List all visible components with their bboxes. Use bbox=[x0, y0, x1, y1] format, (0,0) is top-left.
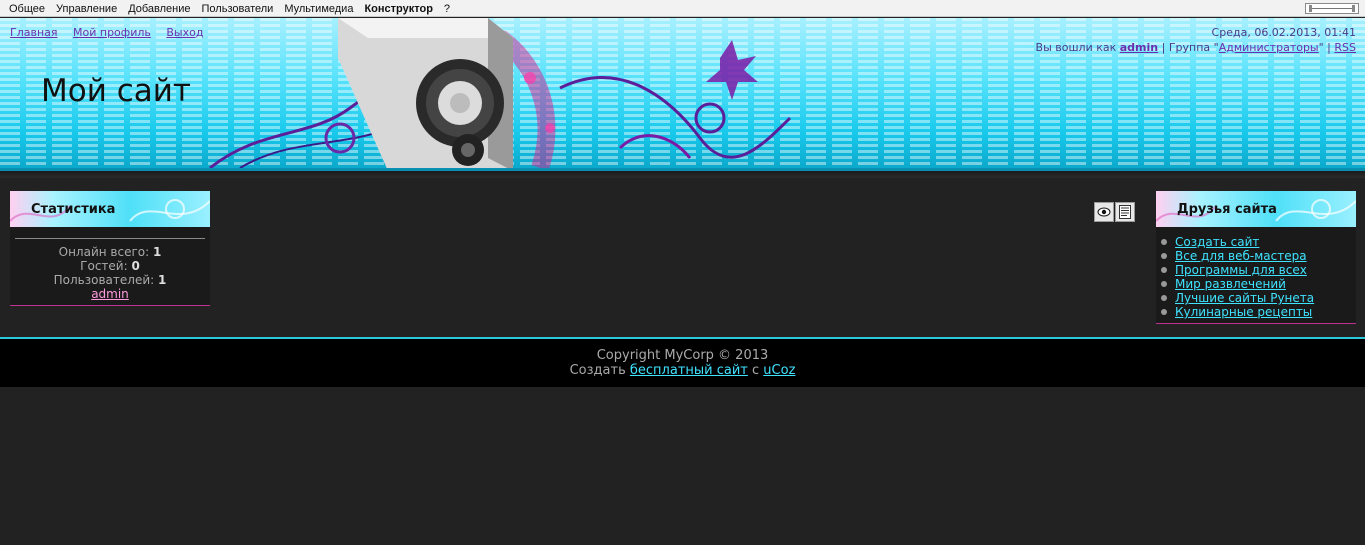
create-mid: с bbox=[747, 363, 764, 378]
admin-menu: Общее Управление Добавление Пользователи… bbox=[0, 0, 1365, 17]
friends-body: Создать сайт Все для веб-мастера Програм… bbox=[1156, 227, 1356, 323]
create-site-line: Создать бесплатный сайт с uCoz bbox=[0, 363, 1365, 378]
guests-value: 0 bbox=[131, 259, 140, 273]
statistics-block: Статистика Онлайн всего: 1 Гостей: 0 Пол… bbox=[10, 191, 210, 306]
users-label: Пользователей: bbox=[53, 273, 158, 287]
friends-block: Друзья сайта Создать сайт Все для веб-ма… bbox=[1156, 191, 1356, 324]
admin-menu-general[interactable]: Общее bbox=[9, 3, 45, 15]
users-value: 1 bbox=[157, 273, 167, 287]
statistics-title: Статистика bbox=[31, 202, 116, 217]
list-item: Создать сайт bbox=[1161, 235, 1351, 249]
admin-toolbar: Общее Управление Добавление Пользователи… bbox=[0, 0, 1365, 17]
online-user-link[interactable]: admin bbox=[91, 287, 129, 301]
site-title: Мой сайт bbox=[41, 73, 191, 109]
list-item: Все для веб-мастера bbox=[1161, 249, 1351, 263]
online-value: 1 bbox=[152, 245, 162, 259]
block-header: Друзья сайта bbox=[1156, 191, 1356, 227]
block-header: Статистика bbox=[10, 191, 210, 227]
friend-link[interactable]: Мир развлечений bbox=[1175, 277, 1286, 291]
current-date: Среда, 06.02.2013, 01:41 bbox=[1211, 26, 1356, 39]
friend-link[interactable]: Все для веб-мастера bbox=[1175, 249, 1307, 263]
friends-list: Создать сайт Все для веб-мастера Програм… bbox=[1161, 235, 1351, 319]
admin-menu-users[interactable]: Пользователи bbox=[202, 3, 274, 15]
bullet-icon bbox=[1161, 309, 1167, 315]
friend-link[interactable]: Создать сайт bbox=[1175, 235, 1259, 249]
nav-profile-link[interactable]: Мой профиль bbox=[73, 26, 151, 39]
username-link[interactable]: admin bbox=[1120, 41, 1158, 54]
speaker-image bbox=[338, 18, 513, 171]
site-footer: Copyright MyCorp © 2013 Создать бесплатн… bbox=[0, 337, 1365, 387]
friend-link[interactable]: Лучшие сайты Рунета bbox=[1175, 291, 1314, 305]
list-item: Кулинарные рецепты bbox=[1161, 305, 1351, 319]
bullet-icon bbox=[1161, 281, 1167, 287]
friend-link[interactable]: Программы для всех bbox=[1175, 263, 1307, 277]
guests-label: Гостей: bbox=[80, 259, 132, 273]
create-prefix: Создать bbox=[569, 363, 630, 378]
users-count: Пользователей: 1 bbox=[15, 273, 205, 287]
site-header: Главная Мой профиль Выход Мой сайт Среда… bbox=[0, 18, 1365, 171]
header-shadow bbox=[0, 171, 1365, 178]
admin-menu-constructor[interactable]: Конструктор bbox=[364, 3, 432, 15]
free-site-link[interactable]: бесплатный сайт bbox=[630, 363, 748, 378]
ucoz-link[interactable]: uCoz bbox=[763, 363, 795, 378]
group-suffix: " | bbox=[1318, 41, 1335, 54]
slider-knob-left[interactable] bbox=[1309, 5, 1312, 12]
nav-logout-link[interactable]: Выход bbox=[166, 26, 203, 39]
group-prefix: | Группа " bbox=[1158, 41, 1219, 54]
admin-menu-management[interactable]: Управление bbox=[56, 3, 117, 15]
bullet-icon bbox=[1161, 295, 1167, 301]
list-item: Лучшие сайты Рунета bbox=[1161, 291, 1351, 305]
statistics-body: Онлайн всего: 1 Гостей: 0 Пользователей:… bbox=[10, 227, 210, 305]
bullet-icon bbox=[1161, 253, 1167, 259]
page-list-icon[interactable] bbox=[1115, 202, 1135, 222]
bullet-icon bbox=[1161, 239, 1167, 245]
slider-track bbox=[1310, 8, 1354, 9]
top-navigation: Главная Мой профиль Выход bbox=[10, 26, 215, 39]
friends-title: Друзья сайта bbox=[1177, 202, 1277, 217]
slider-knob-right[interactable] bbox=[1352, 5, 1355, 12]
eye-icon[interactable] bbox=[1094, 202, 1114, 222]
online-label: Онлайн всего: bbox=[58, 245, 153, 259]
toolbar-slider[interactable] bbox=[1305, 3, 1359, 14]
list-item: Мир развлечений bbox=[1161, 277, 1351, 291]
group-link[interactable]: Администраторы bbox=[1219, 41, 1319, 54]
admin-menu-multimedia[interactable]: Мультимедиа bbox=[284, 3, 353, 15]
online-user: admin bbox=[15, 287, 205, 301]
friend-link[interactable]: Кулинарные рецепты bbox=[1175, 305, 1312, 319]
admin-menu-add[interactable]: Добавление bbox=[128, 3, 190, 15]
logged-in-label: Вы вошли как bbox=[1035, 41, 1120, 54]
copyright-text: Copyright MyCorp © 2013 bbox=[596, 348, 769, 363]
guests-count: Гостей: 0 bbox=[15, 259, 205, 273]
online-total: Онлайн всего: 1 bbox=[15, 245, 205, 259]
view-tools bbox=[1094, 202, 1136, 223]
divider bbox=[15, 238, 205, 239]
user-info: Среда, 06.02.2013, 01:41 Вы вошли как ad… bbox=[1036, 26, 1356, 54]
nav-home-link[interactable]: Главная bbox=[10, 26, 58, 39]
list-item: Программы для всех bbox=[1161, 263, 1351, 277]
admin-menu-help[interactable]: ? bbox=[444, 3, 450, 15]
bullet-icon bbox=[1161, 267, 1167, 273]
rss-link[interactable]: RSS bbox=[1334, 41, 1356, 54]
